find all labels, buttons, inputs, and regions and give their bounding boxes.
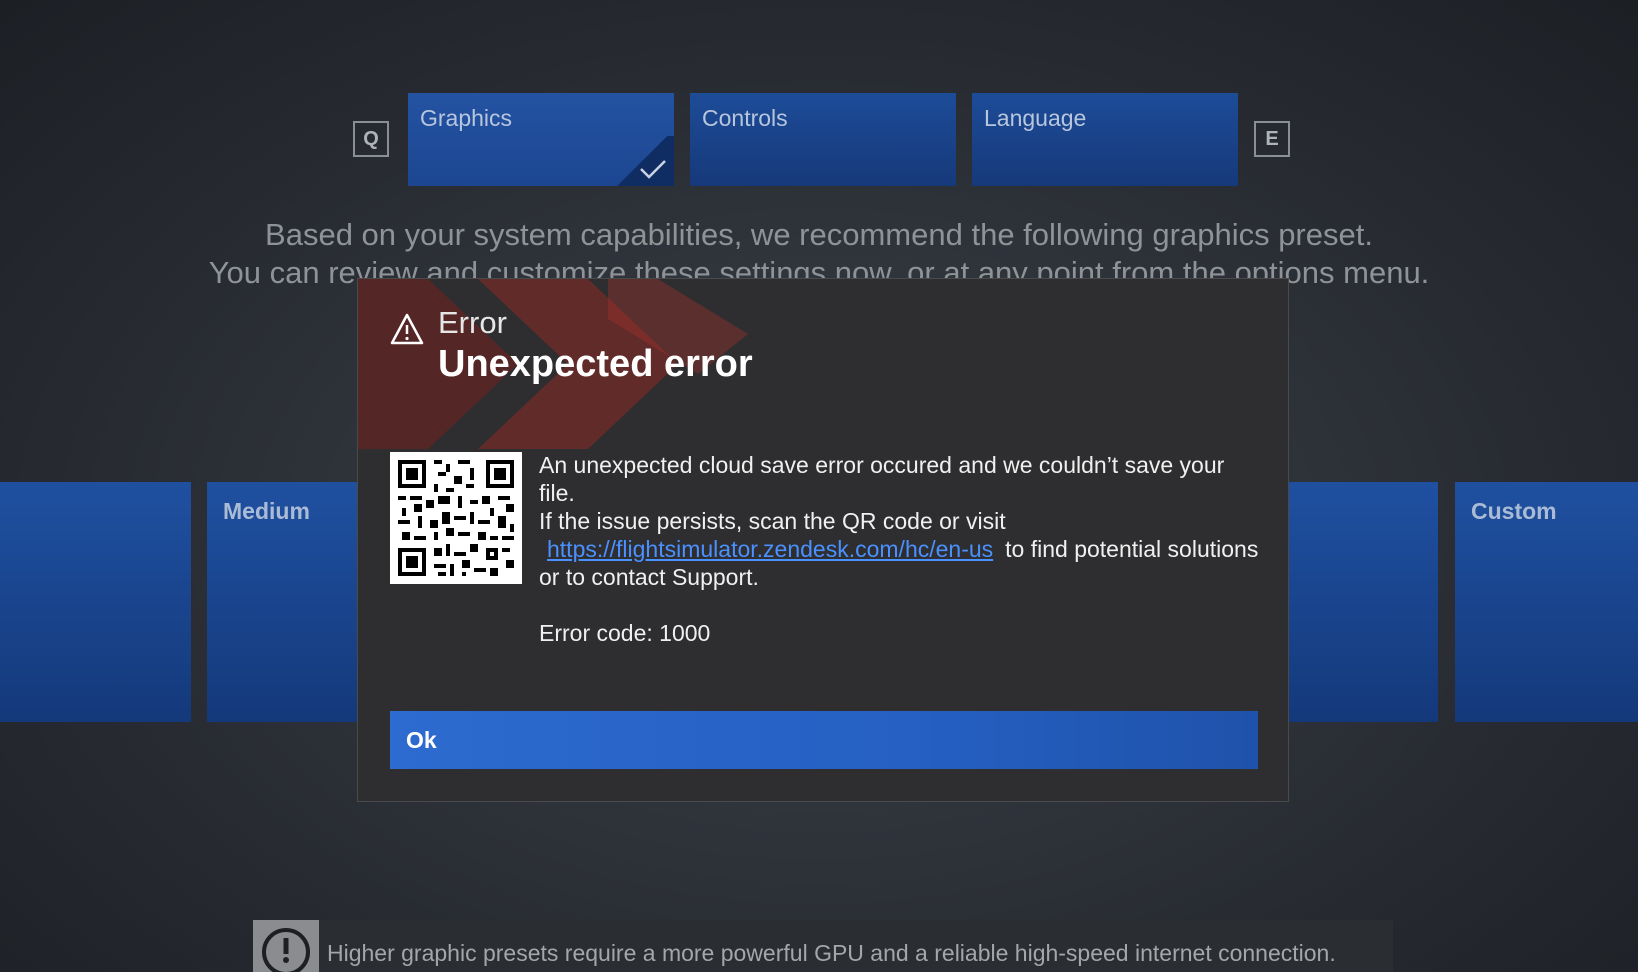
bottom-notice: Higher graphic presets require a more po… <box>253 920 1393 972</box>
dialog-message: An unexpected cloud save error occured a… <box>539 451 1259 647</box>
tab-controls-label: Controls <box>702 105 788 131</box>
prev-tab-key-hint[interactable]: Q <box>353 121 389 157</box>
selected-indicator <box>610 136 674 186</box>
exclamation-icon <box>262 928 310 972</box>
tab-graphics[interactable]: Graphics <box>408 93 674 186</box>
preset-card-medium[interactable]: Medium <box>207 482 367 722</box>
screen: Q Graphics Controls Language E Based on … <box>0 0 1638 972</box>
error-code: Error code: 1000 <box>539 620 711 646</box>
support-link[interactable]: https://flightsimulator.zendesk.com/hc/e… <box>547 536 993 562</box>
ok-button-label: Ok <box>406 726 437 753</box>
ok-button[interactable]: Ok <box>390 711 1258 769</box>
error-dialog: Error Unexpected error An unexpected clo… <box>357 278 1289 802</box>
check-icon <box>640 160 666 179</box>
notice-icon-box <box>253 920 319 972</box>
dialog-kicker: Error <box>438 305 507 340</box>
dialog-message-2-prefix: If the issue persists, scan the QR code … <box>539 508 1006 534</box>
dialog-message-2: If the issue persists, scan the QR code … <box>539 507 1259 591</box>
preset-card-ultra[interactable] <box>1280 482 1438 722</box>
preset-medium-label: Medium <box>223 498 310 524</box>
preset-custom-label: Custom <box>1471 498 1557 524</box>
next-tab-key-hint[interactable]: E <box>1254 121 1290 157</box>
tab-graphics-label: Graphics <box>420 105 513 131</box>
preset-card-custom[interactable]: Custom <box>1455 482 1638 722</box>
notice-text: Higher graphic presets require a more po… <box>327 940 1336 966</box>
dialog-title: Unexpected error <box>438 343 753 385</box>
dialog-message-1: An unexpected cloud save error occured a… <box>539 452 1225 506</box>
warning-icon <box>390 313 424 345</box>
qr-code <box>390 452 522 584</box>
tab-language-label: Language <box>984 105 1087 131</box>
tab-controls[interactable]: Controls <box>690 93 956 186</box>
tab-language[interactable]: Language <box>972 93 1238 186</box>
recommendation-line-1: Based on your system capabilities, we re… <box>265 217 1373 252</box>
preset-card-low[interactable] <box>0 482 191 722</box>
